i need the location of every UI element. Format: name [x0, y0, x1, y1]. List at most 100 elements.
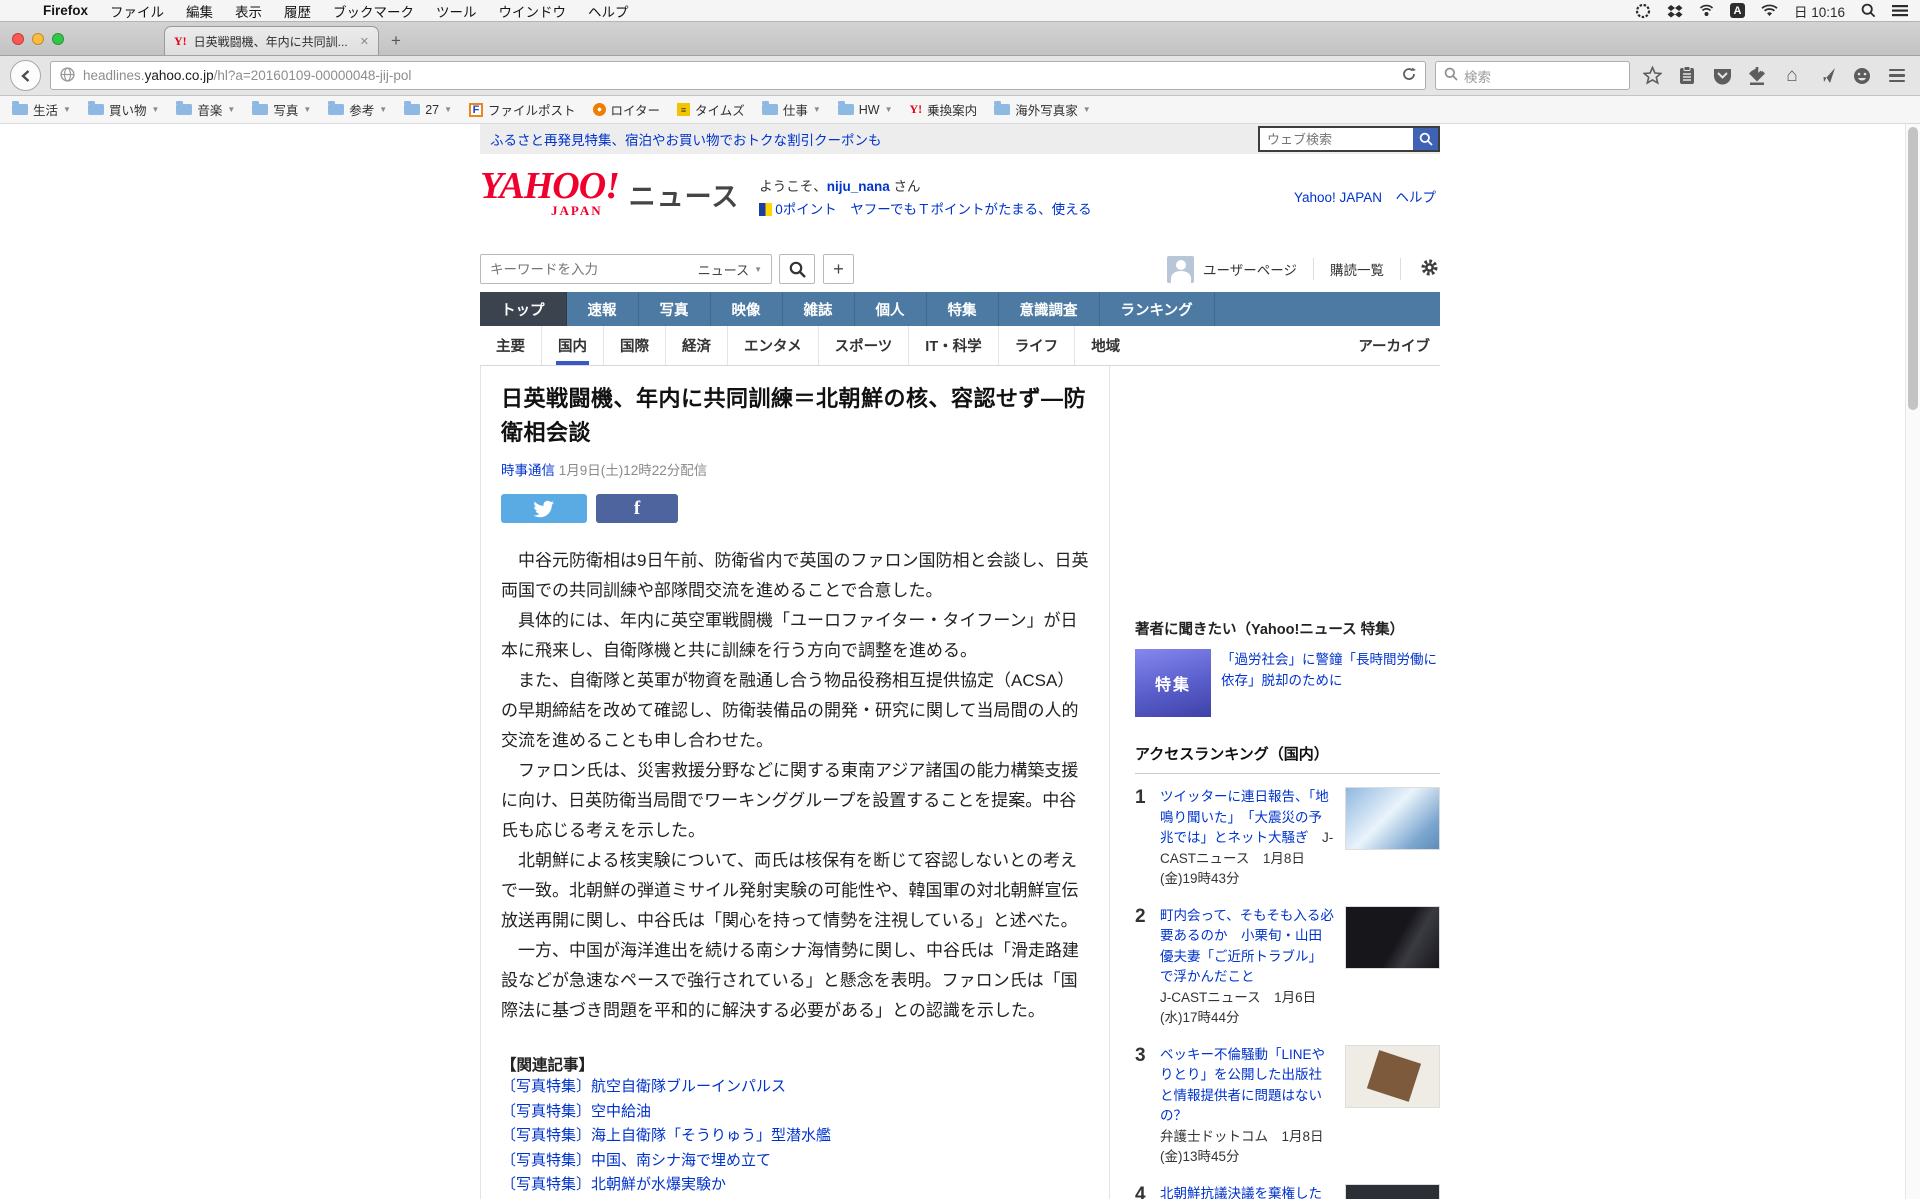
- bookmark-folder-work[interactable]: 仕事▼: [762, 100, 821, 119]
- yahoo-japan-link[interactable]: Yahoo! JAPAN: [1294, 190, 1382, 205]
- menu-view[interactable]: 表示: [224, 1, 273, 21]
- nav-photo[interactable]: 写真: [639, 292, 711, 326]
- menubar-clock[interactable]: 日 10:16: [1794, 1, 1845, 21]
- menu-window[interactable]: ウインドウ: [488, 1, 578, 21]
- web-search-button[interactable]: [1413, 126, 1440, 152]
- nav-video[interactable]: 映像: [711, 292, 783, 326]
- source-link[interactable]: 時事通信: [501, 463, 555, 478]
- news-search-input[interactable]: [481, 262, 689, 277]
- minimize-window-button[interactable]: [32, 33, 44, 45]
- signal-icon[interactable]: [1699, 3, 1714, 18]
- search-scope-dropdown[interactable]: ニュース▼: [689, 255, 771, 283]
- nav-flash[interactable]: 速報: [567, 292, 639, 326]
- avatar[interactable]: [1167, 256, 1194, 283]
- reload-icon[interactable]: [1402, 67, 1416, 84]
- url-bar[interactable]: headlines.yahoo.co.jp/hl?a=20160109-0000…: [50, 61, 1426, 90]
- subnav-domestic[interactable]: 国内: [541, 326, 603, 365]
- nav-ranking[interactable]: ランキング: [1100, 292, 1215, 326]
- promo-link[interactable]: ふるさと再発見特集、宿泊やお買い物でおトクな割引クーポンも: [490, 129, 882, 149]
- notification-center-icon[interactable]: [1892, 4, 1908, 17]
- share-plane-icon[interactable]: [1814, 61, 1840, 91]
- ranking-thumbnail[interactable]: [1345, 787, 1440, 850]
- nav-magazine[interactable]: 雑誌: [783, 292, 855, 326]
- bookmark-folder-reference[interactable]: 参考▼: [328, 100, 387, 119]
- scrollbar-thumb[interactable]: [1908, 127, 1918, 410]
- subnav-life[interactable]: ライフ: [998, 326, 1075, 365]
- bookmark-folder-hw[interactable]: HW▼: [838, 103, 893, 117]
- subnav-it-science[interactable]: IT・科学: [908, 326, 997, 365]
- ranking-thumbnail[interactable]: [1345, 1045, 1440, 1108]
- new-tab-button[interactable]: +: [379, 26, 413, 55]
- wifi-icon[interactable]: [1761, 4, 1778, 18]
- bookmark-times[interactable]: ≡タイムズ: [677, 100, 745, 119]
- menu-edit[interactable]: 編集: [175, 1, 224, 21]
- bookmark-reuters[interactable]: ロイター: [593, 100, 661, 119]
- related-link[interactable]: 〔写真特集〕中国、南シナ海で埋め立て: [501, 1149, 1089, 1174]
- bookmark-transit[interactable]: Y!乗換案内: [910, 100, 978, 119]
- related-link[interactable]: 〔写真特集〕北朝鮮が水爆実験か: [501, 1173, 1089, 1198]
- nav-personal[interactable]: 個人: [855, 292, 927, 326]
- nav-feature[interactable]: 特集: [927, 292, 999, 326]
- menu-firefox[interactable]: Firefox: [32, 3, 99, 18]
- back-button[interactable]: [10, 60, 41, 91]
- news-search-button[interactable]: [779, 254, 815, 284]
- feature-link[interactable]: 「過労社会」に警鐘「長時間労働に依存」脱却のために: [1221, 649, 1440, 717]
- ranking-link[interactable]: ベッキー不倫騒動「LINEやりとり」を公開した出版社と情報提供者に問題はないの？: [1160, 1047, 1325, 1124]
- ranking-thumbnail[interactable]: [1345, 1184, 1440, 1200]
- bookmark-folder-overseas-photographers[interactable]: 海外写真家▼: [994, 100, 1090, 119]
- creative-cloud-icon[interactable]: [1635, 3, 1651, 19]
- related-link[interactable]: 〔写真特集〕航空自衛隊ブルーインパルス: [501, 1075, 1089, 1100]
- twitter-share-button[interactable]: [501, 494, 587, 523]
- help-link[interactable]: ヘルプ: [1396, 190, 1437, 205]
- menu-icon[interactable]: [1884, 61, 1910, 91]
- add-keyword-button[interactable]: +: [823, 254, 854, 284]
- bookmark-folder-music[interactable]: 音楽▼: [176, 100, 235, 119]
- tab-close-icon[interactable]: ✕: [360, 35, 369, 48]
- yahoo-japan-logo[interactable]: YAHOO! JAPAN: [480, 167, 603, 246]
- subnav-economy[interactable]: 経済: [665, 326, 727, 365]
- subnav-sports[interactable]: スポーツ: [818, 326, 909, 365]
- menu-history[interactable]: 履歴: [273, 1, 322, 21]
- close-window-button[interactable]: [12, 33, 24, 45]
- downloads-icon[interactable]: [1744, 61, 1770, 91]
- ranking-link[interactable]: ツイッターに連日報告、「地鳴り聞いた」 「大震災の予兆では」とネット大騒ぎ: [1160, 789, 1329, 845]
- bookmark-folder-27[interactable]: 27▼: [404, 103, 452, 117]
- menu-bookmarks[interactable]: ブックマーク: [322, 1, 425, 21]
- spotlight-search-icon[interactable]: [1861, 3, 1876, 18]
- dropbox-icon[interactable]: [1667, 3, 1683, 19]
- reading-list-icon[interactable]: [1674, 61, 1700, 91]
- bookmark-star-icon[interactable]: [1639, 61, 1665, 91]
- bookmark-folder-shopping[interactable]: 買い物▼: [88, 100, 159, 119]
- archive-link[interactable]: アーカイブ: [1358, 326, 1440, 365]
- pocket-icon[interactable]: [1709, 61, 1735, 91]
- feedback-smiley-icon[interactable]: [1849, 61, 1875, 91]
- points-link[interactable]: 0ポイント: [775, 202, 837, 217]
- gear-icon[interactable]: [1419, 257, 1440, 281]
- menu-tools[interactable]: ツール: [425, 1, 488, 21]
- user-page-link[interactable]: ユーザーページ: [1203, 259, 1297, 279]
- subnav-major[interactable]: 主要: [480, 326, 541, 365]
- bookmark-filepost[interactable]: Fファイルポスト: [469, 100, 576, 119]
- username-link[interactable]: niju_nana: [827, 179, 890, 194]
- nav-top[interactable]: トップ: [480, 292, 567, 326]
- feature-item[interactable]: 特集 「過労社会」に警鐘「長時間労働に依存」脱却のために: [1135, 649, 1440, 717]
- related-link[interactable]: 〔写真特集〕海上自衛隊「そうりゅう」型潜水艦: [501, 1124, 1089, 1149]
- browser-tab[interactable]: Y! 日英戦闘機、年内に共同訓... ✕: [164, 26, 379, 55]
- facebook-share-button[interactable]: f: [596, 494, 678, 523]
- subnav-local[interactable]: 地域: [1074, 326, 1136, 365]
- input-method-icon[interactable]: A: [1730, 3, 1745, 18]
- tpoint-note-link[interactable]: ヤフーでもＴポイントがたまる、使える: [850, 202, 1091, 217]
- browser-search-field[interactable]: 検索: [1435, 61, 1630, 90]
- nav-poll[interactable]: 意識調査: [999, 292, 1100, 326]
- subnav-entertainment[interactable]: エンタメ: [727, 326, 818, 365]
- subscriptions-link[interactable]: 購読一覧: [1330, 259, 1384, 279]
- subnav-world[interactable]: 国際: [603, 326, 665, 365]
- bookmark-folder-life[interactable]: 生活▼: [12, 100, 71, 119]
- zoom-window-button[interactable]: [52, 33, 64, 45]
- scrollbar[interactable]: [1905, 124, 1920, 1199]
- ranking-thumbnail[interactable]: [1345, 906, 1440, 969]
- ranking-link[interactable]: 町内会って、そもそも入る必要あるのか 小栗旬・山田優夫妻「ご近所トラブル」で浮か…: [1160, 908, 1334, 985]
- menu-file[interactable]: ファイル: [99, 1, 175, 21]
- related-link[interactable]: 〔写真特集〕空中給油: [501, 1100, 1089, 1125]
- bookmark-folder-photo[interactable]: 写真▼: [252, 100, 311, 119]
